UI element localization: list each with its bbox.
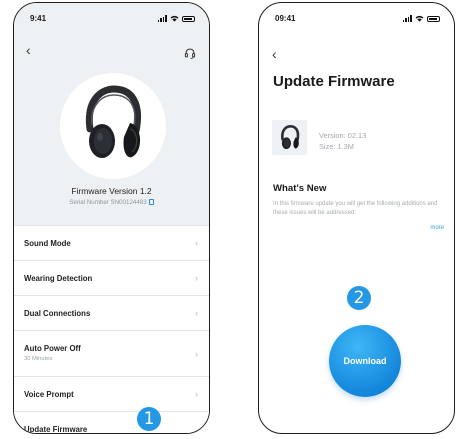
status-time: 9:41 (30, 14, 47, 23)
menu-item-label: Auto Power Off (24, 344, 81, 353)
status-icons (402, 15, 440, 22)
firmware-version: Version: 02.13 (319, 131, 367, 140)
chevron-right-icon: › (195, 348, 198, 359)
headphones-thumbnail (272, 120, 307, 155)
chevron-right-icon: › (195, 273, 198, 283)
headset-icon[interactable] (184, 47, 196, 59)
device-settings-screen: 9:41 ‹ Firmware Version 1.2 Serial Numbe… (13, 2, 210, 434)
firmware-size: Size: 1.3M (319, 142, 354, 151)
more-link[interactable]: more (430, 225, 444, 231)
menu-item-label: Voice Prompt (24, 390, 74, 399)
headphones-illustration (281, 125, 300, 150)
menu-item-label: Sound Mode (24, 239, 71, 248)
status-bar: 9:41 (14, 13, 209, 27)
step-badge-1: 1 (137, 407, 161, 431)
firmware-info: Version: 02.13 Size: 1.3M (319, 130, 366, 152)
back-icon[interactable]: ‹ (272, 47, 277, 61)
signal-icon (157, 15, 167, 22)
menu-item-auto-power-off[interactable]: Auto Power Off 30 Minutes › (14, 330, 209, 376)
chevron-right-icon: › (195, 238, 198, 248)
wifi-icon (170, 15, 179, 22)
menu-item-value: 30 Minutes (24, 356, 53, 362)
download-button[interactable]: Download (329, 325, 401, 397)
release-notes: In this firmware update you will get the… (273, 201, 438, 216)
chevron-right-icon: › (195, 308, 198, 318)
signal-icon (402, 15, 412, 22)
menu-item-voice-prompt[interactable]: Voice Prompt › (14, 376, 209, 411)
headphones-illustration (85, 85, 141, 158)
whats-new-heading: What's New (273, 183, 327, 194)
menu-item-dual-connections[interactable]: Dual Connections › (14, 295, 209, 330)
serial-number: Serial Number SN00124483 (14, 199, 209, 206)
wifi-icon (415, 15, 424, 22)
chevron-right-icon: › (195, 426, 198, 434)
menu-item-label: Dual Connections (24, 309, 91, 318)
step-badge-2: 2 (347, 286, 371, 310)
serial-number-text: Serial Number SN00124483 (69, 199, 147, 206)
copy-icon[interactable] (148, 199, 154, 205)
settings-menu: Sound Mode › Wearing Detection › Dual Co… (14, 225, 209, 434)
status-icons (157, 15, 195, 22)
page-title: Update Firmware (273, 73, 395, 90)
battery-icon (427, 15, 440, 22)
update-firmware-screen: 09:41 ‹ Update Firmware Version: 02.13 S… (258, 2, 455, 434)
headphones-image (60, 73, 166, 179)
menu-item-label: Wearing Detection (24, 274, 93, 283)
back-icon[interactable]: ‹ (26, 43, 31, 57)
menu-item-label: Update Firmware (24, 425, 88, 434)
chevron-right-icon: › (195, 389, 198, 399)
firmware-version-title: Firmware Version 1.2 (71, 186, 152, 196)
menu-item-sound-mode[interactable]: Sound Mode › (14, 225, 209, 260)
menu-item-wearing-detection[interactable]: Wearing Detection › (14, 260, 209, 295)
battery-icon (182, 15, 195, 22)
status-bar: 09:41 (259, 13, 454, 27)
status-time: 09:41 (275, 14, 296, 23)
menu-item-update-firmware[interactable]: Update Firmware › (14, 411, 209, 434)
